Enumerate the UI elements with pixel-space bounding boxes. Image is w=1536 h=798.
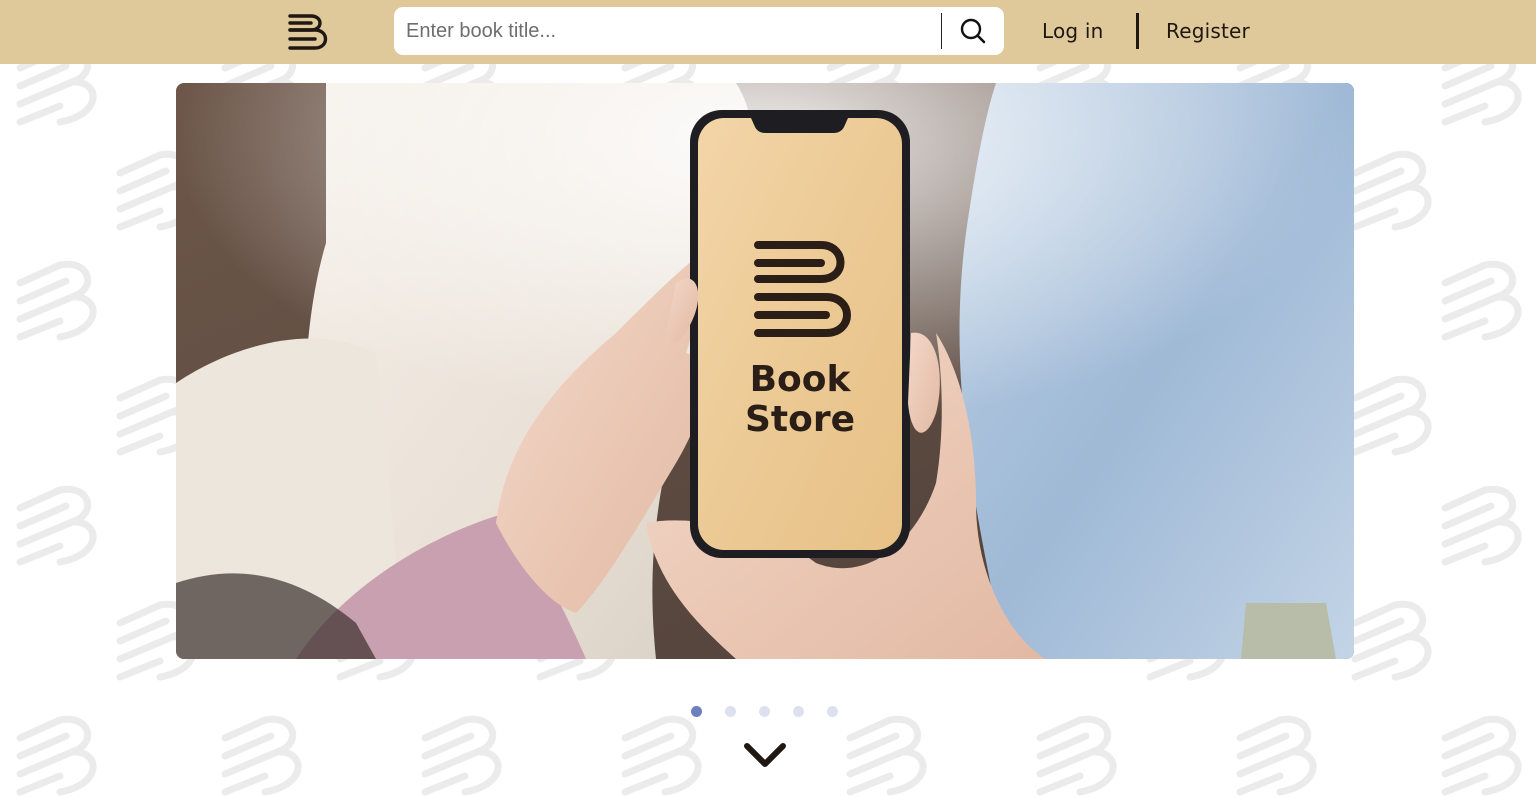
- search-icon: [960, 18, 986, 44]
- nav-divider: [1136, 13, 1139, 49]
- carousel-dot-3[interactable]: [759, 706, 770, 717]
- scroll-down-button[interactable]: [742, 738, 788, 772]
- carousel-dot-4[interactable]: [793, 706, 804, 717]
- login-link[interactable]: Log in: [1042, 17, 1104, 45]
- top-navigation-bar: Log in Register: [0, 0, 1536, 64]
- search-button[interactable]: [950, 11, 996, 51]
- search-input[interactable]: [394, 7, 940, 55]
- chevron-down-icon: [744, 743, 786, 767]
- book-store-logo[interactable]: [287, 12, 329, 52]
- slide-text-book: Book: [750, 359, 852, 400]
- register-link[interactable]: Register: [1166, 17, 1250, 45]
- carousel-dot-2[interactable]: [725, 706, 736, 717]
- search-bar: [394, 7, 1004, 55]
- carousel-dot-1[interactable]: [691, 706, 702, 717]
- hero-image: Book Store: [176, 83, 1354, 659]
- carousel-dot-5[interactable]: [827, 706, 838, 717]
- search-divider: [941, 13, 942, 49]
- slide-text-store: Store: [745, 399, 855, 440]
- book-logo-icon: [288, 14, 328, 50]
- hero-carousel-slide[interactable]: Book Store: [176, 83, 1354, 659]
